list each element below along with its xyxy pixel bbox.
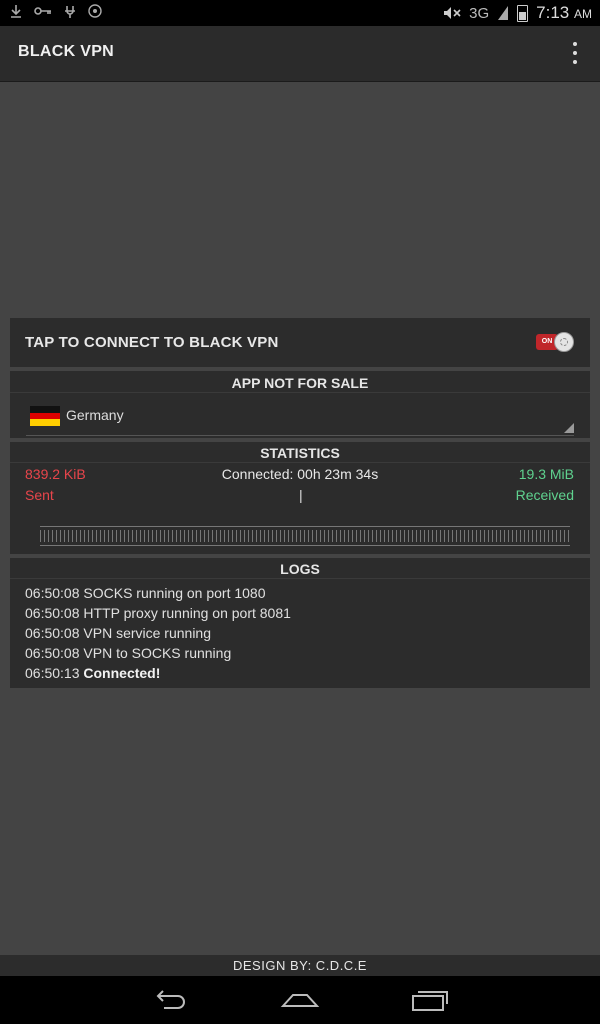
clock: 7:13 AM (536, 3, 592, 23)
status-bar: 3G 7:13 AM (0, 0, 600, 26)
connected-duration: Connected: 00h 23m 34s (221, 466, 379, 482)
log-entry: 06:50:08 VPN service running (25, 623, 575, 643)
germany-flag-icon (30, 406, 60, 426)
logs-panel: LOGS 06:50:08 SOCKS running on port 1080… (10, 558, 590, 688)
log-entry: 06:50:08 HTTP proxy running on port 8081 (25, 603, 575, 623)
log-time: 06:50:08 (25, 645, 80, 661)
clock-time: 7:13 (536, 3, 570, 22)
log-message: HTTP proxy running on port 8081 (83, 605, 291, 621)
server-panel-title: APP NOT FOR SALE (231, 375, 369, 391)
statistics-title: STATISTICS (260, 445, 340, 461)
signal-icon (498, 6, 509, 20)
traffic-graph (40, 526, 570, 546)
traffic-graph-bars (40, 530, 570, 542)
sent-label: Sent (25, 487, 54, 503)
log-time: 06:50:08 (25, 605, 80, 621)
connect-panel[interactable]: TAP TO CONNECT TO BLACK VPN ON (10, 318, 590, 367)
battery-icon (517, 4, 529, 22)
statistics-panel: STATISTICS 839.2 KiB Sent Connected: 00h… (10, 442, 590, 554)
received-value: 19.3 MiB (518, 466, 574, 482)
log-time: 06:50:08 (25, 585, 80, 601)
status-bar-system: 3G 7:13 AM (443, 3, 592, 23)
log-time: 06:50:08 (25, 625, 80, 641)
back-icon[interactable] (150, 986, 190, 1014)
log-time: 06:50:13 (25, 665, 80, 681)
divider (10, 578, 590, 579)
country-select[interactable]: Germany (26, 402, 574, 436)
network-type: 3G (469, 4, 490, 22)
received-label: Received (515, 487, 574, 503)
connect-label: TAP TO CONNECT TO BLACK VPN (25, 334, 279, 351)
log-list[interactable]: 06:50:08 SOCKS running on port 1080 06:5… (25, 583, 575, 683)
notification-icon (88, 4, 102, 18)
download-icon (11, 5, 21, 18)
divider (10, 392, 590, 393)
key-icon (34, 7, 51, 15)
log-message: VPN service running (83, 625, 212, 641)
log-entry: 06:50:13 Connected! (25, 663, 575, 683)
log-entry: 06:50:08 SOCKS running on port 1080 (25, 583, 575, 603)
footer-credit: DESIGN BY: C.D.C.E (0, 955, 600, 976)
server-panel: APP NOT FOR SALE Germany (10, 371, 590, 438)
log-message: VPN to SOCKS running (83, 645, 232, 661)
status-bar-notifications (10, 4, 102, 18)
connect-toggle[interactable]: ON (536, 332, 574, 352)
home-icon[interactable] (280, 986, 320, 1014)
logs-title: LOGS (280, 561, 320, 577)
graph-cursor: | (299, 487, 303, 503)
log-message: SOCKS running on port 1080 (83, 585, 266, 601)
vpn-icon (65, 6, 75, 18)
toggle-knob-icon (554, 332, 574, 352)
recent-apps-icon[interactable] (410, 986, 450, 1014)
navigation-bar (0, 976, 600, 1024)
clock-ampm: AM (574, 7, 592, 21)
log-message: Connected! (83, 665, 161, 681)
divider (10, 462, 590, 463)
mute-icon (444, 7, 461, 19)
dropdown-arrow-icon (564, 423, 574, 433)
selected-country: Germany (66, 407, 124, 423)
action-bar: BLACK VPN (0, 26, 600, 82)
log-entry: 06:50:08 VPN to SOCKS running (25, 643, 575, 663)
app-title: BLACK VPN (18, 43, 115, 60)
overflow-menu-icon[interactable] (572, 42, 578, 64)
